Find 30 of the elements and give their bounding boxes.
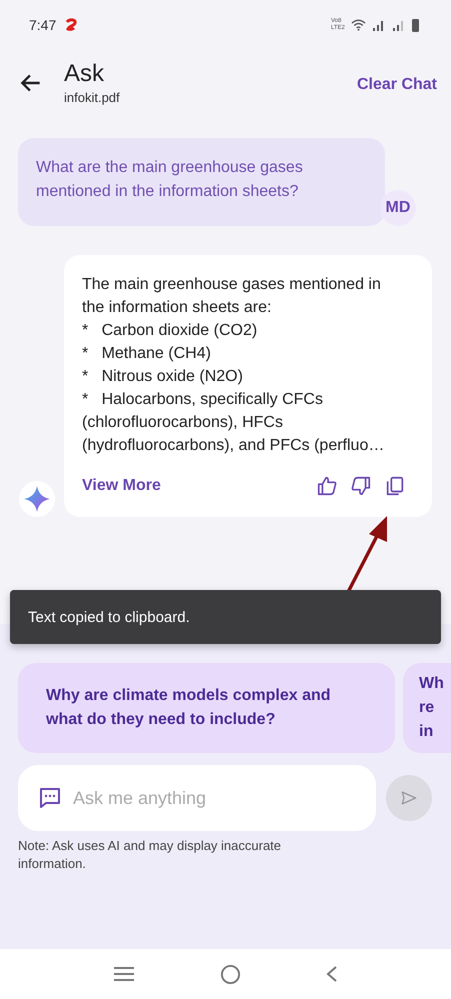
signal-icon (372, 19, 386, 31)
suggestion-chip[interactable]: Wh re in (403, 663, 451, 753)
back-icon[interactable] (326, 965, 338, 983)
user-avatar: MD (380, 190, 416, 226)
copy-icon[interactable] (384, 475, 406, 497)
wifi-icon (351, 19, 366, 31)
assistant-avatar-icon (19, 481, 55, 517)
user-message: What are the main greenhouse gases mentioned in the information sheets? (18, 138, 385, 226)
clear-chat-button[interactable]: Clear Chat (356, 76, 437, 94)
thumbs-up-icon[interactable] (316, 475, 338, 497)
view-more-link[interactable]: View More (82, 477, 161, 495)
toast-message: Text copied to clipboard. (10, 590, 441, 644)
list-item: * Nitrous oxide (N2O) (82, 367, 244, 387)
message-text: The main greenhouse gases mentioned in the information sheets are: (82, 275, 382, 318)
chat-bubble-icon (38, 786, 62, 810)
menu-icon[interactable] (112, 966, 135, 982)
carrier-logo-icon (64, 18, 78, 32)
list-item: * Halocarbons, specifically CFCs (chlorofluorocarbons), HFCs (hydrofluorocarbons), and PFCs (perfluo… (82, 390, 386, 456)
list-item: * Carbon dioxide (CO2) (82, 321, 258, 341)
signal-icon (392, 19, 406, 31)
disclaimer-note: Note: Ask uses AI and may display inaccurate information. (17, 837, 282, 873)
home-icon[interactable] (220, 964, 241, 984)
list-item: * Methane (CH4) (82, 344, 212, 364)
battery-icon (412, 18, 419, 32)
thumbs-down-icon[interactable] (350, 475, 372, 497)
suggestion-chip[interactable]: Why are climate models complex and what do they need to include? (18, 663, 395, 753)
status-time: 7:47 (29, 17, 56, 33)
ask-input-field[interactable]: Ask me anything (18, 765, 376, 831)
screen-title: Ask (64, 60, 106, 88)
document-name: infokit.pdf (64, 90, 121, 105)
